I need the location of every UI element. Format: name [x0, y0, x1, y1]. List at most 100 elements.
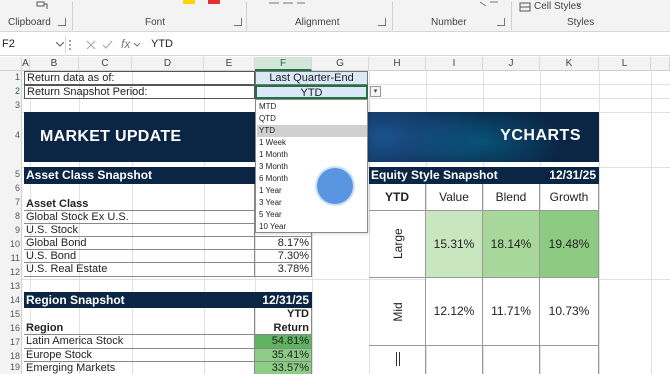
number-format-icons[interactable]	[478, 0, 500, 8]
row-header[interactable]: 4	[0, 130, 22, 140]
group-label-clipboard: Clipboard	[8, 17, 51, 28]
enter-check-icon[interactable]	[102, 40, 113, 50]
dropdown-option[interactable]: 3 Month	[257, 161, 367, 173]
equity-cell: 19.48%	[540, 211, 599, 278]
dropdown-option[interactable]: MTD	[257, 101, 367, 113]
ribbon-separator	[246, 2, 247, 30]
fx-dropdown-icon[interactable]	[134, 43, 140, 47]
region-title: Region Snapshot	[26, 293, 125, 307]
dropdown-arrow-icon[interactable]: ▾	[370, 86, 381, 97]
dropdown-option[interactable]: 1 Week	[257, 137, 367, 149]
gridline	[599, 71, 600, 374]
equity-cell: 12.12%	[426, 278, 483, 346]
col-header-c[interactable]: C	[79, 57, 132, 71]
equity-cell	[483, 346, 540, 374]
formula-bar: F2 fx YTD	[0, 33, 670, 56]
col-header-d[interactable]: D	[132, 57, 204, 71]
row-header[interactable]: 2	[0, 86, 22, 96]
group-label-font: Font	[145, 17, 166, 28]
dropdown-option[interactable]: 1 Month	[257, 149, 367, 161]
row-header[interactable]: 5	[0, 169, 22, 179]
col-header-f[interactable]: F	[255, 57, 312, 71]
region-header: Region Snapshot 12/31/25	[24, 292, 312, 308]
row-header[interactable]: 3	[0, 100, 22, 110]
cursor-indicator	[315, 166, 355, 206]
row-header[interactable]: 13	[0, 281, 22, 291]
equity-style-date: 12/31/25	[549, 168, 596, 182]
col-header-m[interactable]	[651, 57, 670, 71]
equity-row-label-cell: Large	[369, 211, 426, 278]
alignment-launcher-icon[interactable]	[378, 18, 386, 26]
group-label-number: Number	[431, 17, 467, 28]
row-header[interactable]: 11	[0, 253, 22, 263]
font-color-swatch[interactable]	[208, 0, 220, 4]
more-options-icon[interactable]	[68, 39, 72, 51]
col-header-i[interactable]: I	[426, 57, 483, 71]
equity-row-label-fragment	[396, 352, 397, 366]
group-label-styles: Styles	[567, 17, 595, 28]
insert-function-icon[interactable]: fx	[121, 36, 130, 53]
dropdown-option[interactable]: 3 Year	[257, 197, 367, 209]
snapshot-period-label: Return Snapshot Period:	[27, 86, 148, 98]
row-header[interactable]: 12	[0, 267, 22, 277]
equity-corner: YTD	[369, 184, 426, 211]
format-painter-icon[interactable]	[36, 0, 48, 10]
row-header[interactable]: 19	[0, 362, 22, 372]
equity-col-header: Value	[426, 184, 483, 211]
cell-styles-chevron-icon[interactable]: ˅	[576, 0, 581, 10]
col-header-l[interactable]: L	[599, 57, 651, 71]
row-header[interactable]: 1	[0, 72, 22, 82]
group-label-alignment: Alignment	[295, 17, 340, 28]
row-header[interactable]: 6	[0, 183, 22, 193]
region-row-value: 35.41%	[255, 349, 312, 362]
select-all-corner[interactable]	[0, 57, 22, 71]
name-box-dropdown-icon[interactable]	[56, 42, 64, 47]
equity-cell: 11.71%	[483, 278, 540, 346]
snapshot-period-input[interactable]: YTD	[255, 85, 368, 99]
asset-row-value: 8.17%	[255, 237, 312, 250]
equity-row-label-cell	[369, 346, 426, 374]
equity-cell: 15.31%	[426, 211, 483, 278]
row-header[interactable]: 16	[0, 323, 22, 333]
dropdown-option[interactable]: 10 Year	[257, 221, 367, 233]
col-header-b[interactable]: B	[30, 57, 79, 71]
row-header[interactable]: 9	[0, 225, 22, 235]
clipboard-launcher-icon[interactable]	[58, 18, 66, 26]
row-header[interactable]: 18	[0, 351, 22, 361]
region-row-name: Latin America Stock	[24, 335, 255, 349]
equity-row-label: Large	[391, 228, 405, 259]
dropdown-option[interactable]: QTD	[257, 113, 367, 125]
row-header[interactable]: 10	[0, 239, 22, 249]
banner-title: MARKET UPDATE	[40, 128, 182, 145]
col-header-j[interactable]: J	[483, 57, 540, 71]
cancel-icon[interactable]	[86, 40, 96, 50]
region-row-name: Europe Stock	[24, 349, 255, 362]
return-data-input[interactable]: Last Quarter-End	[255, 71, 368, 85]
col-header-h[interactable]: H	[369, 57, 426, 71]
period-dropdown-list[interactable]: MTD QTD YTD 1 Week 1 Month 3 Month 6 Mon…	[255, 99, 368, 233]
row-header[interactable]: 17	[0, 337, 22, 347]
cell-styles-icon[interactable]	[519, 2, 531, 12]
formula-content[interactable]: YTD	[151, 36, 173, 53]
cell-styles-button[interactable]: Cell Styles	[534, 1, 581, 12]
dropdown-option[interactable]: 5 Year	[257, 209, 367, 221]
ycharts-logo: YCHARTS	[500, 127, 581, 144]
row-header[interactable]: 15	[0, 309, 22, 319]
col-header-e[interactable]: E	[204, 57, 255, 71]
highlight-color-swatch[interactable]	[183, 0, 195, 4]
col-header-g[interactable]: G	[312, 57, 369, 71]
row-header[interactable]: 14	[0, 295, 22, 305]
row-header[interactable]: 7	[0, 197, 22, 207]
col-header-a[interactable]: A	[22, 57, 30, 71]
region-return-header-1: YTD	[255, 308, 312, 322]
col-header-k[interactable]: K	[540, 57, 599, 71]
asset-row-name: Global Bond	[24, 237, 255, 250]
asset-class-col-header: Asset Class	[24, 184, 255, 211]
align-icons[interactable]	[267, 0, 307, 8]
number-launcher-icon[interactable]	[497, 18, 505, 26]
ribbon: Clipboard Font Alignment Number Cell Sty…	[0, 0, 670, 32]
row-header[interactable]: 8	[0, 211, 22, 221]
equity-cell	[540, 346, 599, 374]
font-launcher-icon[interactable]	[234, 18, 242, 26]
dropdown-option-selected[interactable]: YTD	[257, 125, 367, 137]
